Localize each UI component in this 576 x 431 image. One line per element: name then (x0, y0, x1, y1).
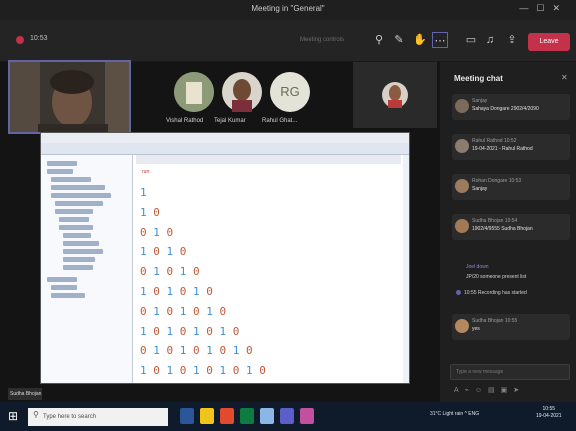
sticker-icon[interactable]: ▣ (501, 387, 514, 394)
presenter-label: Sudha Bhojan (8, 388, 42, 400)
ide-toolbar (41, 143, 409, 155)
window-controls[interactable]: —☐✕ (519, 3, 568, 14)
taskbar-app-icon[interactable] (200, 408, 214, 424)
avatar (222, 72, 262, 112)
gif-icon[interactable]: ▤ (488, 387, 501, 394)
pinned-video-image (353, 62, 437, 128)
compose-toolbar[interactable]: A⌁☺▤▣➤ (454, 386, 525, 394)
avatar (174, 72, 214, 112)
avatar (455, 179, 469, 193)
attach-icon[interactable]: ⌁ (465, 387, 475, 394)
people-icon[interactable]: ⚲ (371, 32, 387, 48)
chat-message: Sanjay Sahaya Dongare 2902/4/2090 (452, 94, 570, 120)
avatar-image (174, 72, 214, 112)
ide-scrollbar[interactable] (403, 155, 409, 383)
chat-message-sender: Rahul Rathod 10:52 (472, 138, 517, 144)
taskbar-app-icon[interactable] (220, 408, 234, 424)
ide-menu-bar (41, 133, 409, 143)
pinned-video-tile (353, 62, 437, 128)
chat-system-message: JP/20 someone present list (466, 274, 527, 280)
windows-start-icon[interactable]: ⊞ (8, 409, 22, 423)
format-icon[interactable]: A (454, 387, 465, 394)
meeting-controls-label: Meeting controls (300, 37, 345, 43)
binary-pattern-output: 1 1 0 0 1 0 1 0 1 0 0 1 0 1 0 1 0 1 0 1 0 0 1 … (140, 183, 266, 381)
avatar (455, 139, 469, 153)
self-video-tile (8, 60, 131, 134)
taskbar-app-icon[interactable] (260, 408, 274, 424)
self-video-image (10, 62, 129, 132)
emoji-icon[interactable]: ☺ (475, 387, 488, 394)
avatar-initials: RG (270, 72, 310, 112)
pattern-line: 1 0 1 0 1 0 (140, 284, 213, 298)
avatar-image (222, 72, 262, 112)
participant-name: Rahul Ghat... (262, 118, 298, 124)
chat-message: Rahul Rathod 10:52 19-04-2021 - Rahul Ra… (452, 134, 570, 160)
maximize-icon[interactable]: ☐ (536, 3, 552, 13)
chat-message-sender: Rohan Dongare 10:53 (472, 178, 522, 184)
taskbar-app-icon[interactable] (280, 408, 294, 424)
chat-title: Meeting chat (454, 74, 503, 83)
pattern-line: 1 0 1 0 (140, 245, 187, 259)
system-tray[interactable]: 31°C Light rain ^ ENG (430, 411, 479, 417)
pattern-line: 0 1 0 1 0 1 0 (140, 304, 227, 318)
chat-message-text: 19-04-2021 - Rahul Rathod (472, 146, 533, 152)
participant-tile[interactable]: RG Rahul Ghat... (262, 66, 318, 136)
avatar (455, 219, 469, 233)
mic-icon[interactable]: ♫ (482, 32, 498, 48)
send-icon[interactable]: ➤ (513, 387, 525, 394)
recording-started-note: 10:55 Recording has started (464, 290, 527, 296)
chat-message: Sudha Bhojan 10:54 1902/4/9555 Sudha Bho… (452, 214, 570, 240)
raise-hand-icon[interactable]: ✋ (412, 32, 428, 48)
minimize-icon[interactable]: — (519, 3, 536, 13)
taskbar-search-input[interactable]: Type here to search (28, 408, 168, 426)
taskbar-app-icon[interactable] (180, 408, 194, 424)
chat-message: Sudha Bhojan 10:55 yes (452, 314, 570, 340)
chat-message-text: 1902/4/9555 Sudha Bhojan (472, 226, 533, 232)
avatar (455, 99, 469, 113)
recording-indicator (16, 36, 24, 44)
output-header: run: (142, 169, 151, 175)
pattern-line: 0 1 0 1 0 1 0 1 0 (140, 344, 253, 358)
taskbar-app-icon[interactable] (240, 408, 254, 424)
ide-output-panel: run: 1 1 0 0 1 0 1 0 1 0 0 1 0 1 0 1 0 1 0 1 … (136, 155, 401, 383)
pattern-line: 1 0 1 0 1 0 1 0 (140, 324, 240, 338)
chat-compose-input[interactable]: Type a new message (450, 364, 570, 380)
chat-message-text: yes (472, 326, 480, 332)
ide-project-tree (41, 155, 133, 383)
shared-screen: run: 1 1 0 0 1 0 1 0 1 0 0 1 0 1 0 1 0 1 0 1 … (40, 132, 410, 384)
more-icon[interactable]: ⋯ (432, 32, 448, 48)
chat-message-text: Sanjay (472, 186, 488, 192)
pattern-line: 1 0 (140, 205, 160, 219)
leave-button[interactable]: Leave (528, 33, 570, 51)
close-icon[interactable]: ✕ (552, 3, 568, 13)
chat-system-event: Joel down (466, 264, 489, 270)
pattern-line: 1 0 1 0 1 0 1 0 1 0 (140, 364, 266, 378)
chat-message-sender: Sanjay (472, 98, 488, 104)
share-icon[interactable]: ⇪ (504, 32, 520, 48)
editor-tabs (136, 155, 401, 164)
clock-date: 19-04-2021 (536, 413, 562, 419)
clock-time: 10:55 (542, 406, 556, 412)
window-title: Meeting in "General" (251, 4, 325, 13)
pattern-line: 0 1 0 (140, 225, 174, 239)
meeting-timer: 10:53 (30, 35, 48, 42)
pattern-line: 0 1 0 1 0 (140, 265, 200, 279)
chat-message-sender: Sudha Bhojan 10:54 (472, 218, 518, 224)
search-icon: ⚲ (33, 410, 39, 419)
chat-message: Rohan Dongare 10:53 Sanjay (452, 174, 570, 200)
avatar (455, 319, 469, 333)
taskbar-app-icon[interactable] (300, 408, 314, 424)
taskbar-clock[interactable]: 10:55 19-04-2021 (536, 406, 562, 420)
close-chat-icon[interactable]: ✕ (561, 73, 568, 82)
chat-message-text: Sahaya Dongare 2902/4/2090 (472, 106, 539, 112)
chat-icon[interactable]: ✎ (391, 32, 407, 48)
chat-message-sender: Sudha Bhojan 10:55 (472, 318, 518, 324)
recording-dot-icon (456, 290, 461, 295)
pattern-line: 1 (140, 186, 147, 199)
camera-icon[interactable]: ▭ (463, 32, 479, 48)
